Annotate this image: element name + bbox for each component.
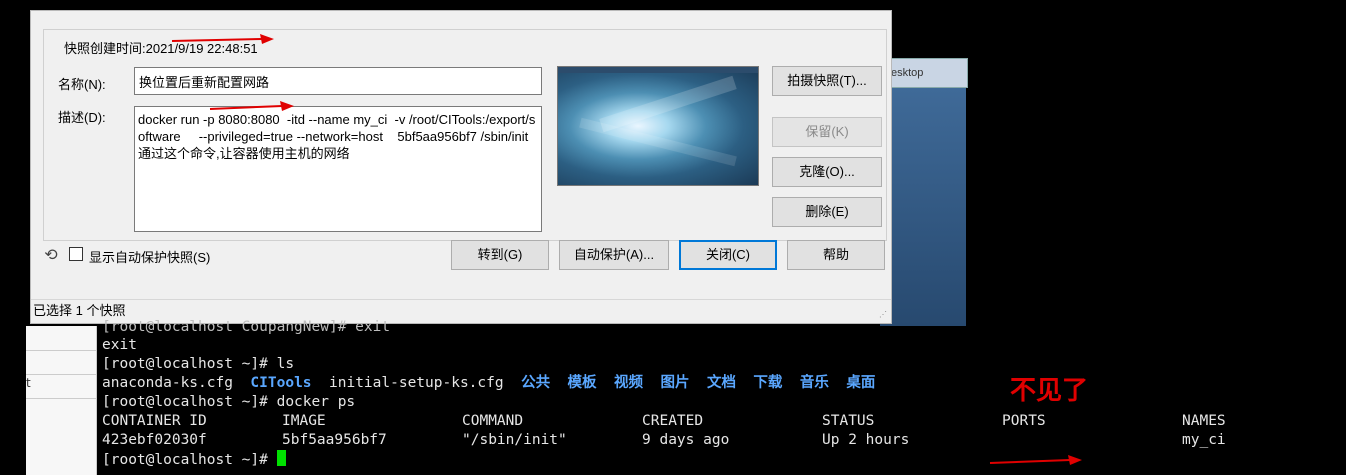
ls-file-initial-setup: initial-setup-ks.cfg [329,375,504,391]
terminal-ls-output: anaconda-ks.cfg CITools initial-setup-ks… [102,374,875,393]
header-command: COMMAND [462,413,524,429]
resize-grip-icon[interactable]: ⋰ [879,310,889,320]
keep-button[interactable]: 保留(K) [772,117,882,147]
header-status: STATUS [822,413,875,429]
take-snapshot-button[interactable]: 拍摄快照(T)... [772,66,882,96]
row-names: my_ci [1182,432,1226,448]
terminal-prompt: [root@localhost ~]# [102,452,268,468]
terminal-prompt-line[interactable]: [root@localhost ~]# [102,450,286,470]
ls-dir: 音乐 [799,375,829,391]
snapshot-created-time: 快照创建时间:2021/9/19 22:48:51 [62,38,260,57]
name-label: 名称(N): [58,77,106,92]
terminal-docker-ps: [root@localhost ~]# docker ps [102,394,356,410]
background-window: esktop [880,58,968,326]
autoprotect-button[interactable]: 自动保护(A)... [559,240,669,270]
goto-button[interactable]: 转到(G) [451,240,549,270]
terminal-line-partial: [root@localhost CoupangNew]# exit [102,319,391,335]
ls-dir: 模板 [567,375,597,391]
background-window-body [880,88,966,326]
terminal-cursor [276,450,286,466]
ls-dir: 桌面 [846,375,876,391]
header-image: IMAGE [282,413,326,429]
row-container-id: 423ebf02030f [102,432,207,448]
ls-dir: 下载 [753,375,783,391]
ls-dir: 视频 [614,375,644,391]
description-input[interactable]: docker run -p 8080:8080 -itd --name my_c… [134,106,542,232]
ls-dir-citools: CITools [250,375,312,391]
terminal-line-1: exit [102,337,137,353]
ls-dir: 文档 [706,375,736,391]
row-status: Up 2 hours [822,432,910,448]
ls-file-anaconda: anaconda-ks.cfg [102,375,233,391]
delete-button[interactable]: 删除(E) [772,197,882,227]
description-label: 描述(D): [58,110,106,125]
header-names: NAMES [1182,413,1226,429]
annotation-text: 不见了 [1010,376,1089,406]
ls-dir: 图片 [660,375,690,391]
row-image: 5bf5aa956bf7 [282,432,387,448]
left-side-panel: t [26,326,97,475]
left-panel-text: t [26,376,31,390]
snapshot-dialog: 快照创建时间:2021/9/19 22:48:51 名称(N): 换位置后重新配… [30,10,892,324]
close-button[interactable]: 关闭(C) [679,240,777,270]
history-icon: ⟲ [44,245,58,264]
header-ports: PORTS [1002,413,1046,429]
background-window-title[interactable]: esktop [880,58,968,88]
clone-button[interactable]: 克隆(O)... [772,157,882,187]
snapshot-thumbnail [557,66,759,186]
ls-dir: 公共 [521,375,551,391]
show-autoprotect-checkbox[interactable] [69,247,83,261]
row-command: "/sbin/init" [462,432,567,448]
status-text: 已选择 1 个快照 [33,303,126,318]
show-autoprotect-label[interactable]: 显示自动保护快照(S) [89,247,210,266]
snapshot-details-group: 快照创建时间:2021/9/19 22:48:51 名称(N): 换位置后重新配… [43,29,887,241]
header-container-id: CONTAINER ID [102,413,207,429]
help-button[interactable]: 帮助 [787,240,885,270]
terminal-line-2: [root@localhost ~]# ls [102,356,295,372]
name-input[interactable]: 换位置后重新配置网路 [134,67,542,95]
header-created: CREATED [642,413,704,429]
row-created: 9 days ago [642,432,730,448]
